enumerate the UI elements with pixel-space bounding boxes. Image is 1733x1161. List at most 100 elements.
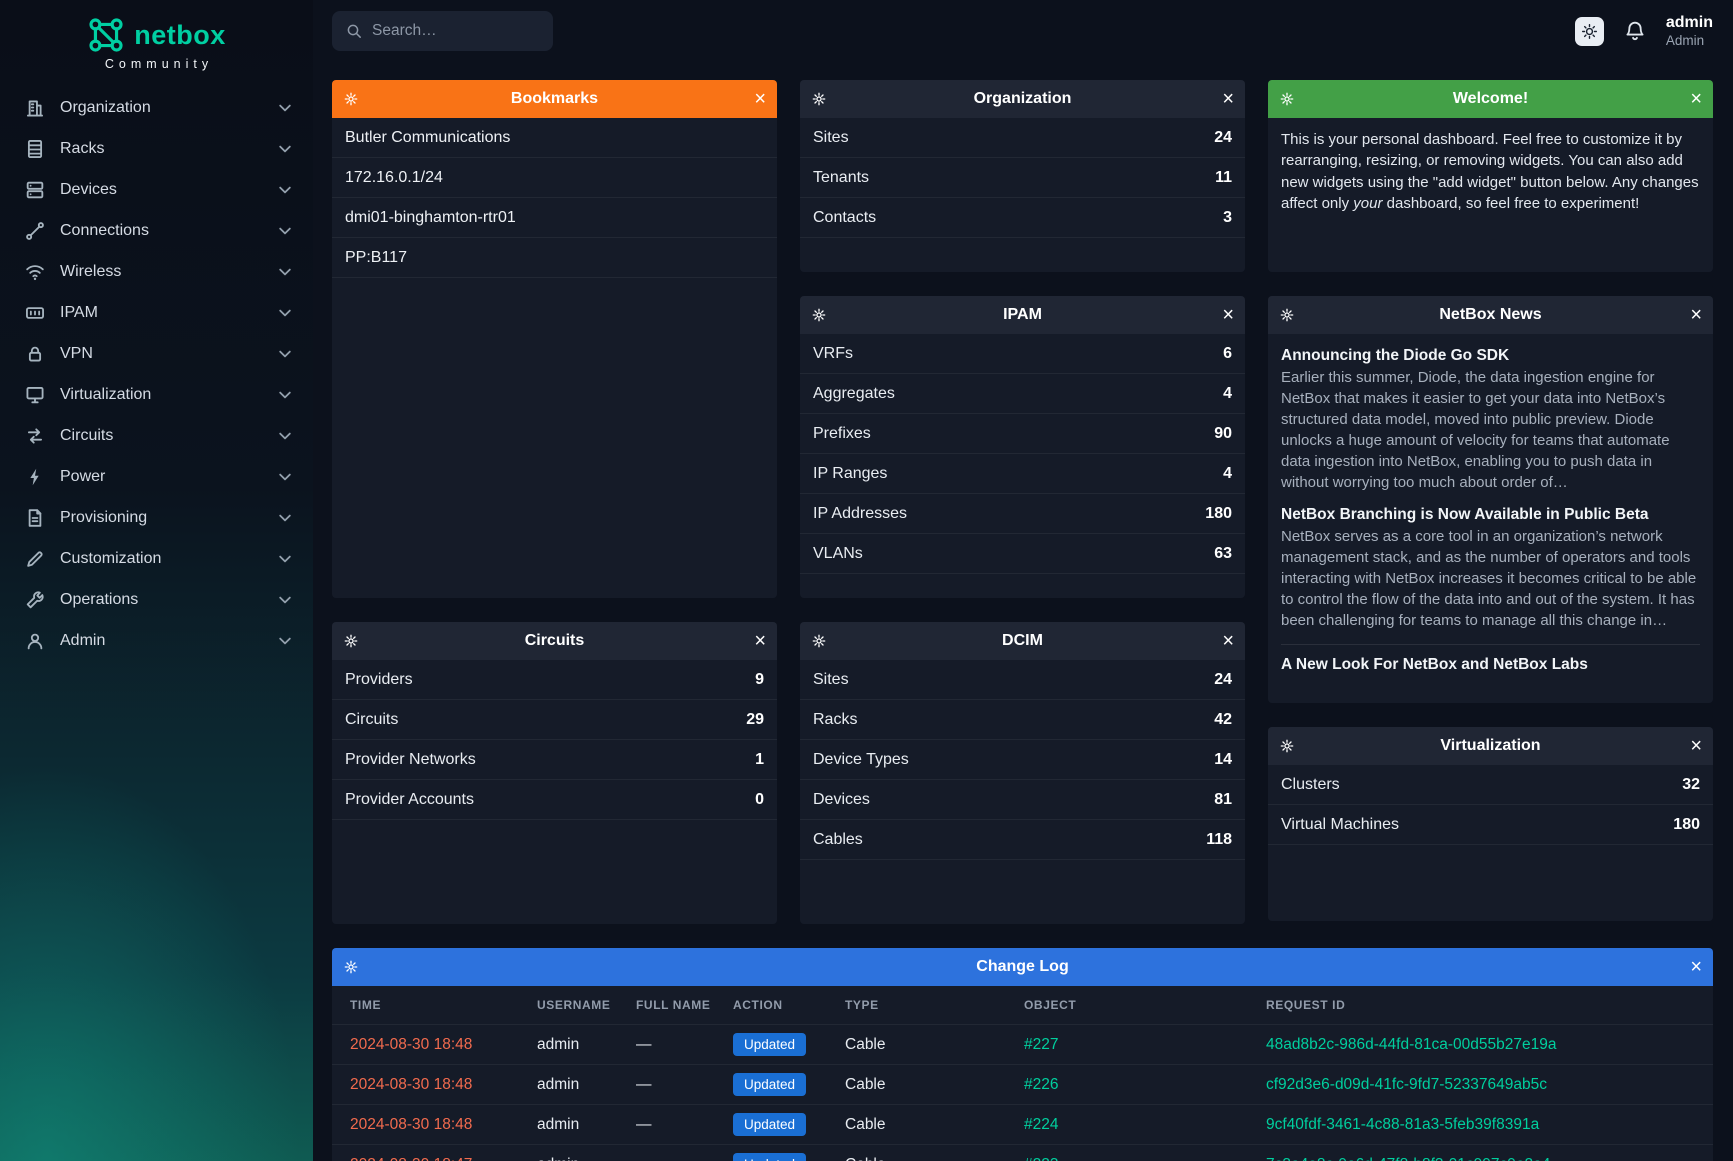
netbox-logo[interactable]: netbox [0,16,313,54]
news-headline-link[interactable]: Announcing the Diode Go SDK [1281,347,1700,365]
bookmark-item[interactable]: PP:B117 [332,238,777,278]
widget-close-icon[interactable]: × [1222,89,1234,109]
circuits-stat-row: Providers9 [332,660,777,700]
building-icon [24,97,46,119]
stat-label: Device Types [813,751,909,769]
changelog-object-link[interactable]: #223 [1024,1156,1266,1161]
changelog-username: admin [537,1076,636,1094]
widget-config-gear-icon[interactable] [811,91,827,107]
action-badge-updated: Updated [733,1113,806,1136]
sidebar-item-ipam[interactable]: IPAM [0,292,313,333]
changelog-time-link[interactable]: 2024-08-30 18:48 [350,1116,537,1134]
sidebar-item-customization[interactable]: Customization [0,538,313,579]
stat-label: Prefixes [813,425,871,443]
news-body-text: NetBox serves as a core tool in an organ… [1281,526,1700,631]
widget-close-icon[interactable]: × [754,89,766,109]
bookmark-item[interactable]: dmi01-binghamton-rtr01 [332,198,777,238]
sidebar-item-label: Operations [60,591,279,609]
sidebar-item-racks[interactable]: Racks [0,128,313,169]
widget-title: IPAM [800,306,1245,324]
widget-config-gear-icon[interactable] [1279,91,1295,107]
sidebar-item-power[interactable]: Power [0,456,313,497]
sidebar-item-provisioning[interactable]: Provisioning [0,497,313,538]
widget-close-icon[interactable]: × [754,631,766,651]
organization-stat-row: Contacts3 [800,198,1245,238]
widget-close-icon[interactable]: × [1222,631,1234,651]
changelog-time-link[interactable]: 2024-08-30 18:47 [350,1156,537,1161]
widget-close-icon[interactable]: × [1690,89,1702,109]
changelog-object-link[interactable]: #224 [1024,1116,1266,1134]
provisioning-icon [24,507,46,529]
widget-close-icon[interactable]: × [1222,305,1234,325]
dcim-stat-row: Cables118 [800,820,1245,860]
stat-label: Virtual Machines [1281,816,1399,834]
changelog-request-id-link[interactable]: 7c3a4e8c-9a6d-47f8-b8f3-01c997c9e2a4 [1266,1156,1695,1161]
widget-title: Change Log [332,958,1713,976]
changelog-request-id-link[interactable]: 9cf40fdf-3461-4c88-81a3-5feb39f8391a [1266,1116,1695,1134]
bookmarks-list: Butler Communications172.16.0.1/24dmi01-… [332,118,777,278]
user-menu[interactable]: admin Admin [1666,13,1713,48]
search-box[interactable] [332,11,553,51]
changelog-time-link[interactable]: 2024-08-30 18:48 [350,1076,537,1094]
stat-value: 24 [1214,671,1232,689]
changelog-request-id-link[interactable]: 48ad8b2c-986d-44fd-81ca-00d55b27e19a [1266,1036,1695,1054]
changelog-column-header: TIME [350,998,537,1012]
virtualization-icon [24,384,46,406]
sidebar-item-circuits[interactable]: Circuits [0,415,313,456]
widget-close-icon[interactable]: × [1690,957,1702,977]
sidebar-item-connections[interactable]: Connections [0,210,313,251]
chevron-down-icon [279,104,291,112]
stat-value: 180 [1673,816,1700,834]
sidebar-item-wireless[interactable]: Wireless [0,251,313,292]
bookmark-item[interactable]: 172.16.0.1/24 [332,158,777,198]
stat-value: 6 [1223,345,1232,363]
sidebar-item-operations[interactable]: Operations [0,579,313,620]
widget-config-gear-icon[interactable] [811,307,827,323]
notifications-bell-icon[interactable] [1624,20,1646,42]
virtualization-widget: Virtualization × Clusters32Virtual Machi… [1268,727,1713,921]
widget-close-icon[interactable]: × [1690,736,1702,756]
sidebar-item-vpn[interactable]: VPN [0,333,313,374]
widget-config-gear-icon[interactable] [1279,738,1295,754]
news-item: Announcing the Diode Go SDK Earlier this… [1281,347,1700,493]
theme-toggle-button[interactable] [1575,17,1604,46]
stat-label: Racks [813,711,857,729]
changelog-time-link[interactable]: 2024-08-30 18:48 [350,1036,537,1054]
dcim-stat-row: Devices81 [800,780,1245,820]
chevron-down-icon [279,145,291,153]
admin-icon [24,630,46,652]
news-headline-link[interactable]: NetBox Branching is Now Available in Pub… [1281,506,1700,524]
changelog-request-id-link[interactable]: cf92d3e6-d09d-41fc-9fd7-52337649ab5c [1266,1076,1695,1094]
operations-icon [24,589,46,611]
chevron-down-icon [279,473,291,481]
sidebar-item-label: Organization [60,99,279,117]
sidebar-item-admin[interactable]: Admin [0,620,313,661]
sidebar-item-devices[interactable]: Devices [0,169,313,210]
widget-title: Virtualization [1268,737,1713,755]
search-input[interactable] [372,22,572,40]
sidebar-item-virtualization[interactable]: Virtualization [0,374,313,415]
widget-config-gear-icon[interactable] [811,633,827,649]
widget-config-gear-icon[interactable] [343,91,359,107]
stat-value: 180 [1205,505,1232,523]
changelog-action-cell: Updated [733,1073,845,1096]
changelog-object-link[interactable]: #227 [1024,1036,1266,1054]
circuits-stat-row: Circuits29 [332,700,777,740]
sidebar-item-organization[interactable]: Organization [0,87,313,128]
widget-config-gear-icon[interactable] [343,959,359,975]
widget-close-icon[interactable]: × [1690,305,1702,325]
stat-value: 29 [746,711,764,729]
changelog-object-link[interactable]: #226 [1024,1076,1266,1094]
widget-config-gear-icon[interactable] [343,633,359,649]
dcim-stats: Sites24Racks42Device Types14Devices81Cab… [800,660,1245,860]
news-headline-link[interactable]: A New Look For NetBox and NetBox Labs [1281,656,1700,674]
widget-config-gear-icon[interactable] [1279,307,1295,323]
welcome-widget: Welcome! × This is your personal dashboa… [1268,80,1713,272]
brand-subtitle: Community [0,57,313,71]
brand-name: netbox [134,20,226,51]
sidebar-item-label: Customization [60,550,279,568]
sidebar-item-label: Provisioning [60,509,279,527]
stat-value: 14 [1214,751,1232,769]
bookmark-item[interactable]: Butler Communications [332,118,777,158]
user-role: Admin [1666,33,1713,49]
